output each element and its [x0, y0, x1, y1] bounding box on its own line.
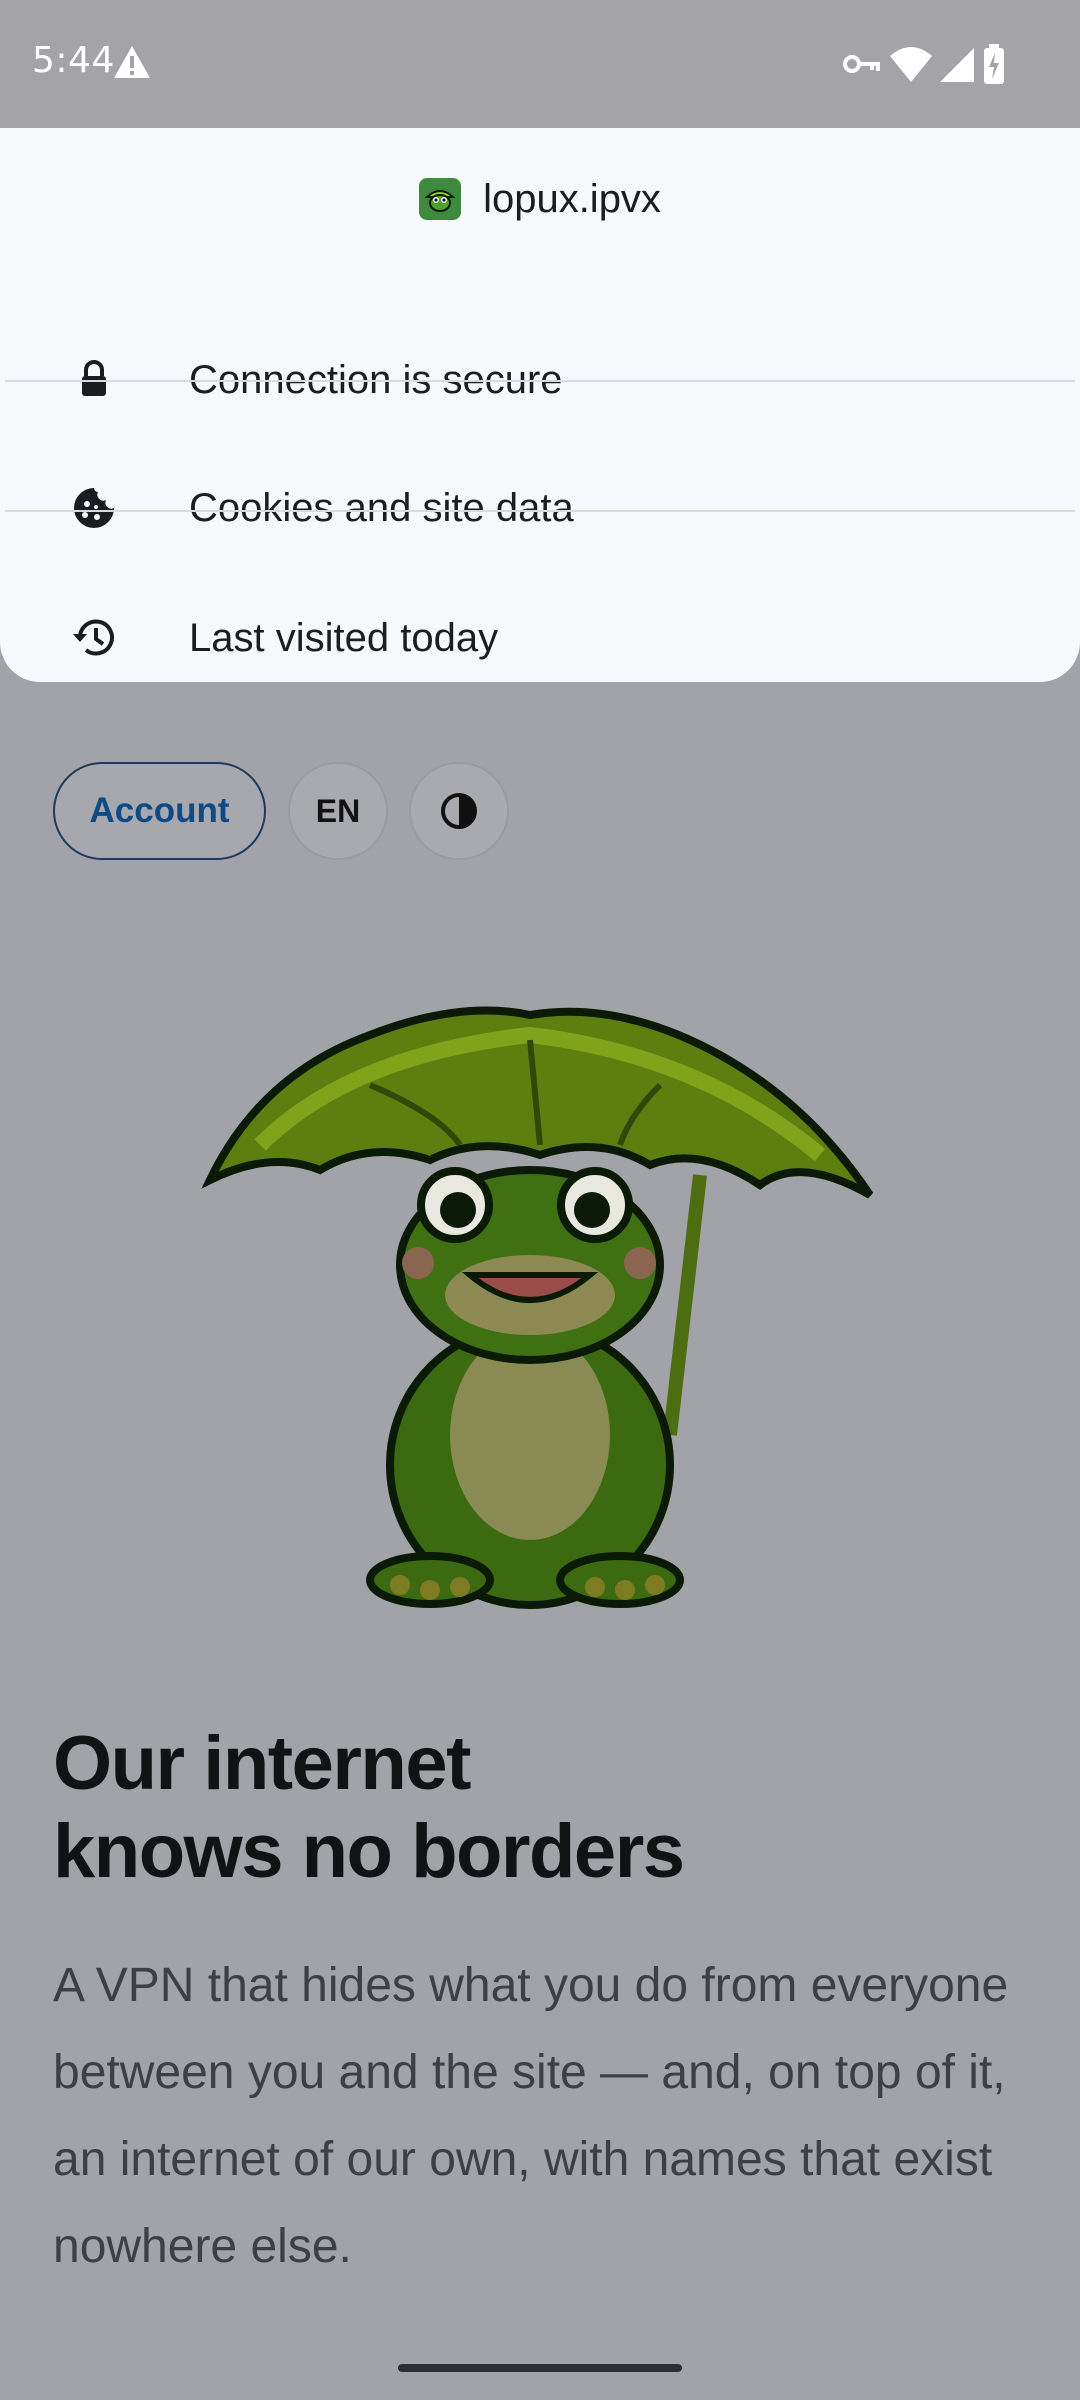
status-time: 5:44	[32, 40, 115, 81]
warning-icon	[114, 46, 150, 78]
language-button-label: EN	[315, 792, 361, 829]
account-button-label: Account	[89, 791, 230, 830]
cookie-icon	[74, 488, 114, 528]
home-gesture-bar[interactable]	[398, 2364, 682, 2372]
contrast-icon	[441, 793, 477, 829]
page-headline: Our internet knows no borders	[53, 1720, 1033, 1896]
theme-toggle-button[interactable]	[409, 762, 509, 860]
history-label: Last visited today	[189, 615, 499, 660]
wifi-icon	[890, 47, 932, 82]
battery-charging-icon	[984, 44, 1004, 84]
site-info-header: lopux.ipvx	[0, 164, 1080, 234]
divider	[5, 510, 1075, 512]
cookies-site-data-label: Cookies and site data	[189, 485, 574, 530]
frog-favicon-icon	[419, 178, 462, 220]
vpn-key-icon	[843, 55, 880, 73]
cookies-site-data-row[interactable]: Cookies and site data	[0, 444, 1080, 572]
headline-line-2: knows no borders	[53, 1809, 685, 1894]
divider	[5, 380, 1075, 382]
page-lead-paragraph: A VPN that hides what you do from everyo…	[53, 1959, 1009, 2273]
headline-line-1: Our internet	[53, 1721, 471, 1806]
history-icon	[73, 619, 114, 656]
site-info-sheet: lopux.ipvx Connection is secure Cookies …	[0, 128, 1080, 682]
frog-mascot-image	[201, 1006, 874, 1609]
account-button[interactable]: Account	[53, 762, 266, 860]
status-bar: 5:44	[0, 0, 1080, 128]
signal-icon	[940, 48, 974, 82]
site-domain: lopux.ipvx	[483, 176, 661, 221]
history-row[interactable]: Last visited today	[0, 574, 1080, 702]
language-button[interactable]: EN	[288, 762, 388, 860]
